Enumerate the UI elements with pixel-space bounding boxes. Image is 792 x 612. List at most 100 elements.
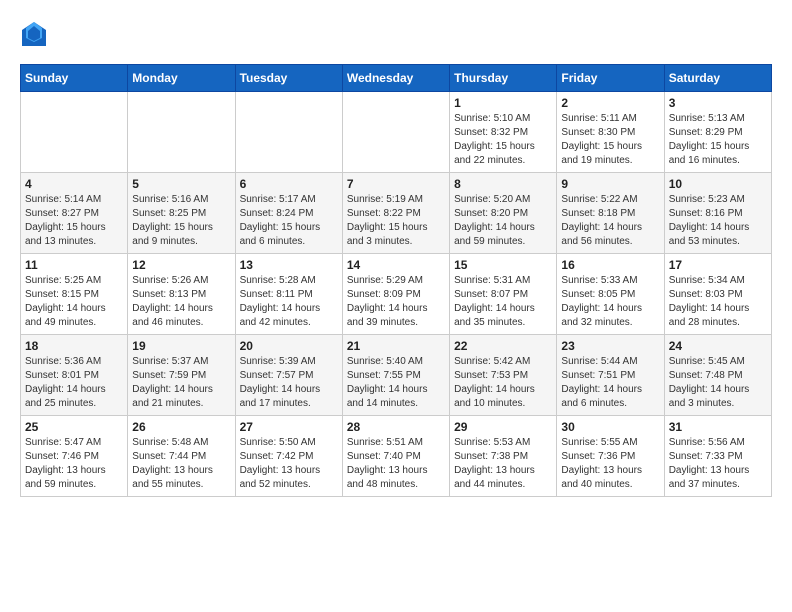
weekday-header-saturday: Saturday <box>664 65 771 92</box>
day-info: Sunrise: 5:40 AM Sunset: 7:55 PM Dayligh… <box>347 355 445 411</box>
weekday-header-monday: Monday <box>128 65 235 92</box>
calendar-cell: 7 Sunrise: 5:19 AM Sunset: 8:22 PM Daylig… <box>342 173 449 254</box>
day-number: 31 <box>669 420 767 434</box>
day-number: 19 <box>132 339 230 353</box>
day-number: 6 <box>240 177 338 191</box>
day-info: Sunrise: 5:47 AM Sunset: 7:46 PM Dayligh… <box>25 436 123 492</box>
day-info: Sunrise: 5:10 AM Sunset: 8:32 PM Dayligh… <box>454 112 552 168</box>
calendar-cell: 2Sunrise: 5:11 AM Sunset: 8:30 PM Daylig… <box>557 92 664 173</box>
calendar-cell: 1 Sunrise: 5:10 AM Sunset: 8:32 PM Daylig… <box>450 92 557 173</box>
day-info: Sunrise: 5:51 AM Sunset: 7:40 PM Dayligh… <box>347 436 445 492</box>
calendar-cell: 9 Sunrise: 5:22 AM Sunset: 8:18 PM Daylig… <box>557 173 664 254</box>
day-number: 3 <box>669 96 767 110</box>
day-info: Sunrise: 5:16 AM Sunset: 8:25 PM Dayligh… <box>132 193 230 249</box>
calendar-cell: 24Sunrise: 5:45 AM Sunset: 7:48 PM Dayli… <box>664 335 771 416</box>
day-number: 13 <box>240 258 338 272</box>
day-number: 23 <box>561 339 659 353</box>
calendar-cell: 19 Sunrise: 5:37 AM Sunset: 7:59 PM Dayli… <box>128 335 235 416</box>
day-number: 1 <box>454 96 552 110</box>
day-number: 7 <box>347 177 445 191</box>
calendar-cell: 30 Sunrise: 5:55 AM Sunset: 7:36 PM Dayli… <box>557 416 664 497</box>
calendar-cell: 23 Sunrise: 5:44 AM Sunset: 7:51 PM Dayli… <box>557 335 664 416</box>
day-number: 11 <box>25 258 123 272</box>
day-info: Sunrise: 5:28 AM Sunset: 8:11 PM Dayligh… <box>240 274 338 330</box>
calendar-cell <box>342 92 449 173</box>
weekday-header-wednesday: Wednesday <box>342 65 449 92</box>
day-number: 17 <box>669 258 767 272</box>
day-number: 5 <box>132 177 230 191</box>
calendar-cell: 8 Sunrise: 5:20 AM Sunset: 8:20 PM Daylig… <box>450 173 557 254</box>
day-info: Sunrise: 5:56 AM Sunset: 7:33 PM Dayligh… <box>669 436 767 492</box>
day-info: Sunrise: 5:34 AM Sunset: 8:03 PM Dayligh… <box>669 274 767 330</box>
day-info: Sunrise: 5:23 AM Sunset: 8:16 PM Dayligh… <box>669 193 767 249</box>
day-number: 10 <box>669 177 767 191</box>
calendar-cell: 10 Sunrise: 5:23 AM Sunset: 8:16 PM Dayli… <box>664 173 771 254</box>
day-info: Sunrise: 5:36 AM Sunset: 8:01 PM Dayligh… <box>25 355 123 411</box>
weekday-header-tuesday: Tuesday <box>235 65 342 92</box>
day-info: Sunrise: 5:37 AM Sunset: 7:59 PM Dayligh… <box>132 355 230 411</box>
day-info: Sunrise: 5:29 AM Sunset: 8:09 PM Dayligh… <box>347 274 445 330</box>
calendar-cell: 12 Sunrise: 5:26 AM Sunset: 8:13 PM Dayli… <box>128 254 235 335</box>
calendar-cell: 18 Sunrise: 5:36 AM Sunset: 8:01 PM Dayli… <box>21 335 128 416</box>
day-number: 2 <box>561 96 659 110</box>
day-info: Sunrise: 5:50 AM Sunset: 7:42 PM Dayligh… <box>240 436 338 492</box>
day-info: Sunrise: 5:44 AM Sunset: 7:51 PM Dayligh… <box>561 355 659 411</box>
day-number: 15 <box>454 258 552 272</box>
calendar-cell: 4 Sunrise: 5:14 AM Sunset: 8:27 PM Daylig… <box>21 173 128 254</box>
day-number: 29 <box>454 420 552 434</box>
day-number: 8 <box>454 177 552 191</box>
calendar-cell: 26 Sunrise: 5:48 AM Sunset: 7:44 PM Dayli… <box>128 416 235 497</box>
day-number: 22 <box>454 339 552 353</box>
calendar-cell: 28 Sunrise: 5:51 AM Sunset: 7:40 PM Dayli… <box>342 416 449 497</box>
day-number: 20 <box>240 339 338 353</box>
calendar-cell: 31 Sunrise: 5:56 AM Sunset: 7:33 PM Dayli… <box>664 416 771 497</box>
weekday-header-friday: Friday <box>557 65 664 92</box>
calendar-cell <box>128 92 235 173</box>
calendar-cell: 6 Sunrise: 5:17 AM Sunset: 8:24 PM Daylig… <box>235 173 342 254</box>
calendar-table: SundayMondayTuesdayWednesdayThursdayFrid… <box>20 64 772 497</box>
calendar-cell: 11 Sunrise: 5:25 AM Sunset: 8:15 PM Dayli… <box>21 254 128 335</box>
calendar-cell: 20 Sunrise: 5:39 AM Sunset: 7:57 PM Dayli… <box>235 335 342 416</box>
day-info: Sunrise: 5:39 AM Sunset: 7:57 PM Dayligh… <box>240 355 338 411</box>
day-info: Sunrise: 5:25 AM Sunset: 8:15 PM Dayligh… <box>25 274 123 330</box>
day-number: 4 <box>25 177 123 191</box>
day-number: 12 <box>132 258 230 272</box>
calendar-cell: 29 Sunrise: 5:53 AM Sunset: 7:38 PM Dayli… <box>450 416 557 497</box>
day-info: Sunrise: 5:31 AM Sunset: 8:07 PM Dayligh… <box>454 274 552 330</box>
calendar-cell <box>21 92 128 173</box>
calendar-cell: 15 Sunrise: 5:31 AM Sunset: 8:07 PM Dayli… <box>450 254 557 335</box>
day-info: Sunrise: 5:45 AM Sunset: 7:48 PM Dayligh… <box>669 355 767 411</box>
calendar-cell: 25 Sunrise: 5:47 AM Sunset: 7:46 PM Dayli… <box>21 416 128 497</box>
day-info: Sunrise: 5:17 AM Sunset: 8:24 PM Dayligh… <box>240 193 338 249</box>
day-info: Sunrise: 5:53 AM Sunset: 7:38 PM Dayligh… <box>454 436 552 492</box>
logo-icon <box>20 20 48 48</box>
day-number: 26 <box>132 420 230 434</box>
weekday-header-thursday: Thursday <box>450 65 557 92</box>
day-number: 21 <box>347 339 445 353</box>
day-number: 16 <box>561 258 659 272</box>
day-info: Sunrise: 5:14 AM Sunset: 8:27 PM Dayligh… <box>25 193 123 249</box>
day-number: 18 <box>25 339 123 353</box>
day-number: 30 <box>561 420 659 434</box>
day-info: Sunrise: 5:48 AM Sunset: 7:44 PM Dayligh… <box>132 436 230 492</box>
calendar-cell: 22 Sunrise: 5:42 AM Sunset: 7:53 PM Dayli… <box>450 335 557 416</box>
calendar-cell: 3 Sunrise: 5:13 AM Sunset: 8:29 PM Daylig… <box>664 92 771 173</box>
day-info: Sunrise: 5:20 AM Sunset: 8:20 PM Dayligh… <box>454 193 552 249</box>
calendar-cell: 13 Sunrise: 5:28 AM Sunset: 8:11 PM Dayli… <box>235 254 342 335</box>
day-info: Sunrise: 5:13 AM Sunset: 8:29 PM Dayligh… <box>669 112 767 168</box>
calendar-cell: 27 Sunrise: 5:50 AM Sunset: 7:42 PM Dayli… <box>235 416 342 497</box>
calendar-cell: 21 Sunrise: 5:40 AM Sunset: 7:55 PM Dayli… <box>342 335 449 416</box>
logo <box>20 20 50 48</box>
day-info: Sunrise: 5:19 AM Sunset: 8:22 PM Dayligh… <box>347 193 445 249</box>
weekday-header-sunday: Sunday <box>21 65 128 92</box>
day-number: 28 <box>347 420 445 434</box>
calendar-cell: 17 Sunrise: 5:34 AM Sunset: 8:03 PM Dayli… <box>664 254 771 335</box>
calendar-cell <box>235 92 342 173</box>
day-info: Sunrise: 5:26 AM Sunset: 8:13 PM Dayligh… <box>132 274 230 330</box>
day-number: 25 <box>25 420 123 434</box>
day-number: 9 <box>561 177 659 191</box>
day-info: Sunrise: 5:22 AM Sunset: 8:18 PM Dayligh… <box>561 193 659 249</box>
day-info: Sunrise: 5:55 AM Sunset: 7:36 PM Dayligh… <box>561 436 659 492</box>
day-info: Sunrise: 5:42 AM Sunset: 7:53 PM Dayligh… <box>454 355 552 411</box>
day-number: 27 <box>240 420 338 434</box>
